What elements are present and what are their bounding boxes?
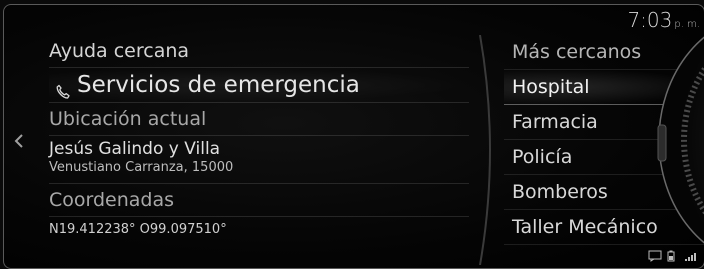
screen: 7:03 p. m. Ayuda cercana Servicios de eme…	[0, 0, 704, 269]
coordinates-value: N19.412238° O99.097510°	[49, 222, 227, 237]
current-location-address: Jesús Galindo y Villa Venustiano Carranz…	[49, 136, 469, 184]
nearby-help-panel: 7:03 p. m. Ayuda cercana Servicios de eme…	[3, 4, 704, 269]
chevron-left-icon[interactable]	[12, 131, 26, 151]
emergency-services-item[interactable]: Servicios de emergencia	[49, 68, 469, 103]
commander-knob-indicator	[654, 15, 704, 265]
column-divider	[474, 34, 504, 266]
signal-icon	[684, 250, 698, 262]
address-district: Venustiano Carranza, 15000	[49, 160, 234, 175]
phone-icon	[55, 76, 71, 99]
nearby-help-header: Ayuda cercana	[49, 35, 469, 68]
coordinates-header: Coordenadas	[49, 184, 469, 217]
battery-icon	[666, 250, 680, 262]
emergency-services-label: Servicios de emergencia	[77, 72, 360, 98]
left-list: Ayuda cercana Servicios de emergencia Ub…	[49, 35, 469, 243]
address-street: Jesús Galindo y Villa	[49, 139, 221, 159]
message-icon	[648, 250, 662, 262]
current-location-header: Ubicación actual	[49, 103, 469, 136]
status-icons	[648, 250, 698, 262]
